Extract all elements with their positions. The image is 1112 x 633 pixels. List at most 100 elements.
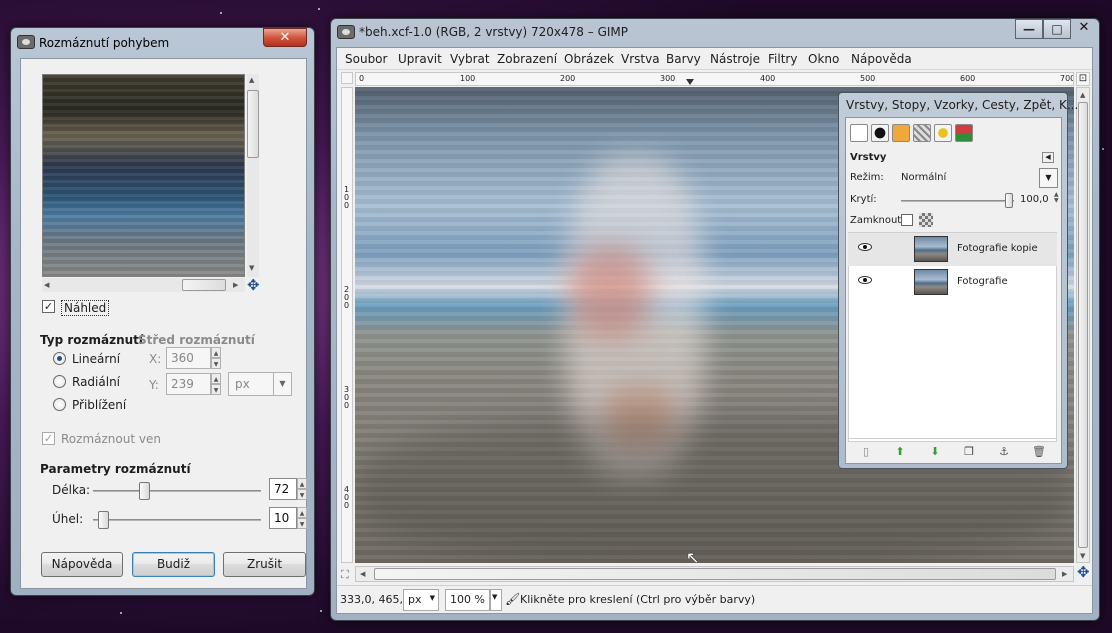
menu-layer[interactable]: Vrstva xyxy=(621,52,660,66)
ruler-v-label: 3 0 0 xyxy=(344,385,350,410)
scroll-up-icon[interactable]: ▲ xyxy=(249,76,254,84)
new-layer-icon[interactable]: ▯ xyxy=(859,446,873,458)
layer-row[interactable]: Fotografie kopie xyxy=(848,233,1057,266)
lock-label: Zamknout: xyxy=(850,215,905,226)
canvas-vscroll-thumb[interactable] xyxy=(1078,102,1088,548)
radio-linear[interactable] xyxy=(53,352,66,365)
delete-layer-icon[interactable]: 🗑 xyxy=(1032,446,1046,458)
ok-button[interactable]: Budiž xyxy=(132,552,215,577)
preview-hscroll-thumb[interactable] xyxy=(182,279,226,291)
maximize-button[interactable]: □ xyxy=(1043,19,1071,39)
length-input[interactable]: 72 xyxy=(269,478,297,500)
opacity-value[interactable]: 100,0 xyxy=(1020,194,1049,205)
unit-select[interactable]: px ▼ xyxy=(403,589,439,611)
patterns-tab-icon[interactable] xyxy=(913,124,931,142)
lock-pixels-checkbox[interactable] xyxy=(901,214,913,226)
radio-radial[interactable] xyxy=(53,375,66,388)
visibility-eye-icon[interactable] xyxy=(858,243,872,251)
scroll-left-icon[interactable]: ◀ xyxy=(44,281,49,289)
length-slider-knob[interactable] xyxy=(138,482,150,500)
brushes-tab-icon[interactable] xyxy=(955,124,973,142)
help-button[interactable]: Nápověda xyxy=(41,552,123,577)
blur-outward-checkbox[interactable]: ✓ xyxy=(42,432,55,445)
mode-label: Režim: xyxy=(850,172,884,183)
menu-select[interactable]: Vybrat xyxy=(450,52,490,66)
menu-tools[interactable]: Nástroje xyxy=(710,52,760,66)
length-stepper[interactable]: ▲ ▼ xyxy=(297,478,307,500)
menu-file[interactable]: Soubor xyxy=(345,52,387,66)
navigate-corner-icon[interactable]: ⛶ xyxy=(341,568,349,582)
angle-slider-knob[interactable] xyxy=(97,511,109,529)
anchor-layer-icon[interactable]: ⚓ xyxy=(997,446,1011,458)
ruler-h-label: 600 xyxy=(960,74,976,83)
layer-name: Fotografie kopie xyxy=(957,243,1038,254)
dock-title: Vrstvy, Stopy, Vzorky, Cesty, Zpět, K... xyxy=(846,98,1079,112)
visibility-eye-icon[interactable] xyxy=(858,276,872,284)
quick-mask-corner[interactable] xyxy=(341,72,353,84)
cancel-button[interactable]: Zrušit xyxy=(223,552,306,577)
opacity-slider-knob[interactable] xyxy=(1005,193,1013,208)
opacity-slider[interactable] xyxy=(901,193,1014,208)
ruler-h-label: 200 xyxy=(560,74,576,83)
mouse-cursor-icon: ↖ xyxy=(686,548,700,567)
canvas-hscroll-thumb[interactable] xyxy=(374,568,1056,580)
canvas-vscrollbar[interactable]: ▲ ▼ xyxy=(1076,87,1090,563)
dialog-titlebar[interactable]: Rozmáznutí pohybem ✕ xyxy=(11,28,314,58)
scroll-up-icon[interactable]: ▲ xyxy=(1080,91,1085,99)
horizontal-ruler[interactable]: 0 100 200 300 400 500 600 700 xyxy=(355,72,1074,86)
dock-menu-icon[interactable]: ◀ xyxy=(1042,152,1054,163)
radio-zoom[interactable] xyxy=(53,398,66,411)
minimize-button[interactable]: — xyxy=(1015,19,1043,39)
opacity-stepper[interactable]: ▲ ▼ xyxy=(1054,192,1059,204)
unit-select[interactable]: px ▼ xyxy=(228,372,292,396)
zoom-toggle-icon[interactable]: ⊡ xyxy=(1076,72,1090,86)
center-y-input[interactable]: 239 xyxy=(166,373,211,395)
navigate-icon[interactable]: ✥ xyxy=(247,276,260,294)
center-x-stepper[interactable]: ▲ ▼ xyxy=(211,347,221,369)
scroll-right-icon[interactable]: ▶ xyxy=(1062,570,1067,578)
center-y-stepper[interactable]: ▲ ▼ xyxy=(211,373,221,395)
canvas-hscrollbar[interactable]: ◀ ▶ xyxy=(355,566,1074,582)
zoom-dropdown-icon[interactable]: ▼ xyxy=(490,589,502,611)
menu-image[interactable]: Obrázek xyxy=(564,52,614,66)
scroll-right-icon[interactable]: ▶ xyxy=(233,281,238,289)
layer-row[interactable]: Fotografie xyxy=(848,266,1057,299)
lower-layer-icon[interactable]: ⬇ xyxy=(928,446,942,458)
undo-history-tab-icon[interactable] xyxy=(934,124,952,142)
preview-checkbox[interactable]: ✓ xyxy=(42,300,55,313)
vertical-ruler[interactable]: 1 0 0 2 0 0 3 0 0 4 0 0 xyxy=(341,87,353,563)
mode-dropdown-icon[interactable]: ▼ xyxy=(1039,168,1058,188)
navigate-icon[interactable]: ✥ xyxy=(1077,563,1090,581)
preview-vscrollbar[interactable]: ▲ ▼ xyxy=(247,74,259,277)
preview-hscrollbar[interactable]: ◀ ▶ xyxy=(42,278,245,292)
center-x-input[interactable]: 360 xyxy=(166,347,211,369)
menu-windows[interactable]: Okno xyxy=(808,52,839,66)
duplicate-layer-icon[interactable]: ❐ xyxy=(962,446,976,458)
window-close-button[interactable]: ✕ xyxy=(1071,19,1097,38)
angle-slider[interactable] xyxy=(93,511,261,529)
menu-colors[interactable]: Barvy xyxy=(666,52,701,66)
menu-help[interactable]: Nápověda xyxy=(851,52,912,66)
angle-input[interactable]: 10 xyxy=(269,507,297,529)
lock-alpha-icon[interactable] xyxy=(919,213,933,227)
scroll-down-icon[interactable]: ▼ xyxy=(1080,552,1085,560)
scroll-left-icon[interactable]: ◀ xyxy=(360,570,365,578)
paintbrush-icon: 🖌 xyxy=(505,592,521,606)
zoom-input[interactable]: 100 % xyxy=(445,589,490,611)
dialog-close-button[interactable]: ✕ xyxy=(263,28,307,47)
preview-vscroll-thumb[interactable] xyxy=(247,90,259,158)
star xyxy=(220,12,222,14)
layers-tab-icon[interactable] xyxy=(850,124,868,142)
channels-tab-icon[interactable] xyxy=(871,124,889,142)
length-slider[interactable] xyxy=(93,482,261,500)
menu-edit[interactable]: Upravit xyxy=(398,52,442,66)
mode-value[interactable]: Normální xyxy=(901,172,946,183)
menu-view[interactable]: Zobrazení xyxy=(497,52,557,66)
center-y-label: Y: xyxy=(149,378,159,392)
angle-stepper[interactable]: ▲ ▼ xyxy=(297,507,307,529)
menu-filters[interactable]: Filtry xyxy=(768,52,797,66)
star xyxy=(1102,148,1104,150)
scroll-down-icon[interactable]: ▼ xyxy=(249,264,254,272)
paths-tab-icon[interactable] xyxy=(892,124,910,142)
raise-layer-icon[interactable]: ⬆ xyxy=(893,446,907,458)
